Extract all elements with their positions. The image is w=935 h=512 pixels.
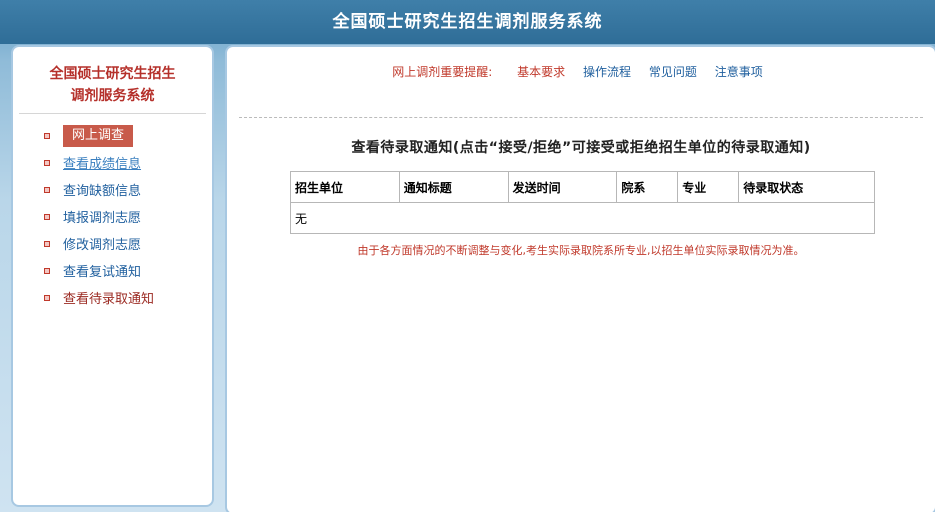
table-header-row: 招生单位 通知标题 发送时间 院系 专业 待录取状态 [290, 171, 875, 203]
column-header-major: 专业 [677, 171, 740, 203]
sidebar-title: 全国硕士研究生招生 调剂服务系统 [19, 63, 206, 114]
empty-table-cell: 无 [290, 202, 875, 234]
square-bullet-icon [44, 132, 50, 139]
column-header-department: 院系 [616, 171, 679, 203]
sidebar-item-view-admission-notice[interactable]: 查看待录取通知 [13, 284, 212, 311]
main-panel: 网上调剂重要提醒: 基本要求 操作流程 常见问题 注意事项 查看待录取通知(点击… [225, 45, 935, 512]
square-bullet-icon [44, 213, 50, 220]
app-header: 全国硕士研究生招生调剂服务系统 [0, 0, 935, 44]
app-title: 全国硕士研究生招生调剂服务系统 [332, 12, 603, 32]
sidebar-item-modify-preferences[interactable]: 修改调剂志愿 [13, 230, 212, 257]
table-row: 无 [290, 202, 875, 234]
sidebar-item-label[interactable]: 填报调剂志愿 [63, 207, 141, 226]
sidebar-item-view-scores[interactable]: 查看成绩信息 [13, 149, 212, 176]
column-header-send-time: 发送时间 [507, 171, 618, 203]
sidebar-title-line1: 全国硕士研究生招生 [49, 66, 176, 82]
dashed-divider [239, 117, 923, 118]
square-bullet-icon [44, 267, 50, 274]
sidebar: 全国硕士研究生招生 调剂服务系统 网上调查 查看成绩信息 查询缺额信息 填报调剂… [11, 45, 214, 507]
sidebar-item-label[interactable]: 查看复试通知 [63, 261, 141, 280]
sidebar-menu: 网上调查 查看成绩信息 查询缺额信息 填报调剂志愿 修改调剂志愿 查看复试通知 … [13, 122, 212, 311]
sidebar-item-label[interactable]: 查询缺额信息 [63, 180, 141, 199]
square-bullet-icon [44, 159, 50, 166]
reminder-lead: 网上调剂重要提醒: [392, 65, 493, 79]
sidebar-item-label[interactable]: 修改调剂志愿 [63, 234, 141, 253]
sidebar-item-label[interactable]: 查看成绩信息 [63, 153, 141, 172]
link-operation-process[interactable]: 操作流程 [583, 65, 631, 79]
admission-notice-table: 招生单位 通知标题 发送时间 院系 专业 待录取状态 无 [290, 171, 875, 234]
square-bullet-icon [44, 294, 50, 301]
reminder-bar: 网上调剂重要提醒: 基本要求 操作流程 常见问题 注意事项 [227, 63, 935, 80]
square-bullet-icon [44, 240, 50, 247]
page-title: 查看待录取通知(点击“接受/拒绝”可接受或拒绝招生单位的待录取通知) [351, 140, 811, 156]
link-notes[interactable]: 注意事项 [715, 65, 763, 79]
link-basic-requirements[interactable]: 基本要求 [517, 65, 565, 79]
sidebar-item-submit-preferences[interactable]: 填报调剂志愿 [13, 203, 212, 230]
link-faq[interactable]: 常见问题 [649, 65, 697, 79]
column-header-status: 待录取状态 [738, 171, 875, 203]
column-header-notice-title: 通知标题 [398, 171, 509, 203]
admission-disclaimer: 由于各方面情况的不断调整与变化,考生实际录取院系所专业,以招生单位实际录取情况为… [357, 244, 805, 257]
sidebar-item-online-survey[interactable]: 网上调查 [13, 122, 212, 149]
sidebar-item-view-retest-notice[interactable]: 查看复试通知 [13, 257, 212, 284]
sidebar-item-query-vacancies[interactable]: 查询缺额信息 [13, 176, 212, 203]
square-bullet-icon [44, 186, 50, 193]
sidebar-title-line2: 调剂服务系统 [70, 88, 155, 104]
column-header-unit: 招生单位 [290, 171, 400, 203]
sidebar-item-label[interactable]: 查看待录取通知 [63, 288, 154, 307]
sidebar-item-label[interactable]: 网上调查 [63, 124, 134, 147]
